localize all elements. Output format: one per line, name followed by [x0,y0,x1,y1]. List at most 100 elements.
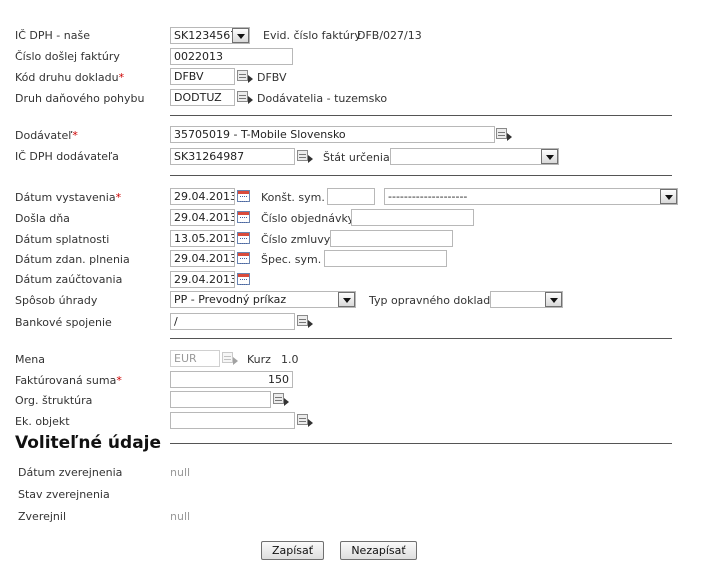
pub-date-label: Dátum zverejnenia [18,466,123,479]
pub-state-label: Stav zverejnenia [18,488,110,501]
required-mark: * [118,71,125,84]
amount-label-text: Faktúrovaná suma [15,374,117,387]
issue-date-label-text: Dátum vystavenia [15,191,116,204]
taxable-date-value: 29.04.2013 [174,252,235,265]
due-date-input[interactable]: 13.05.2013 [170,230,235,247]
supplier-vat-label: IČ DPH dodávateľa [15,150,119,163]
cancel-button[interactable]: Nezapísať [340,541,417,560]
org-label: Org. štruktúra [15,394,93,407]
lookup-icon[interactable] [237,90,253,104]
divider [170,115,672,116]
posting-date-input[interactable]: 29.04.2013 [170,271,235,288]
currency-input: EUR [170,350,220,367]
amount-value: 150 [268,373,289,386]
supplier-vat-input[interactable]: SK31264987 [170,148,295,165]
tax-move-desc: Dodávatelia - tuzemsko [257,92,388,105]
lookup-icon[interactable] [297,413,313,427]
arrived-date-value: 29.04.2013 [174,211,235,224]
required-mark: * [72,129,78,142]
payment-value: PP - Prevodný príkaz [174,293,287,306]
bank-input[interactable]: / [170,313,295,330]
doc-type-input[interactable]: DFBV [170,68,235,85]
ek-label: Ek. objekt [15,415,70,428]
spec-sym-label: Špec. sym. [261,253,322,266]
tax-move-label: Druh daňového pohybu [15,92,145,105]
rate-value: 1.0 [281,353,299,366]
chevron-down-icon[interactable] [541,149,558,164]
tax-move-input[interactable]: DODTUZ [170,89,235,106]
const-sym-label: Konšt. sym. [261,191,325,204]
currency-label: Mena [15,353,45,366]
evid-label: Evid. číslo faktúry [263,29,361,42]
calendar-icon[interactable] [237,211,250,223]
arrived-label: Došla dňa [15,212,70,225]
issue-date-value: 29.04.2013 [174,190,235,203]
order-no-input[interactable] [351,209,474,226]
spec-sym-input[interactable] [324,250,447,267]
issue-date-label: Dátum vystavenia* [15,191,121,204]
amount-input[interactable]: 150 [170,371,293,388]
required-mark: * [115,191,122,204]
optional-section-title: Voliteľné údaje [15,433,162,453]
divider [170,338,672,339]
required-mark: * [116,374,122,387]
corr-doc-label: Typ opravného dokladu [369,294,498,307]
ek-input[interactable] [170,412,295,429]
taxable-date-input[interactable]: 29.04.2013 [170,250,235,267]
posting-label: Dátum zaúčtovania [15,273,123,286]
calendar-icon[interactable] [237,190,250,202]
org-input[interactable] [170,391,271,408]
doc-type-label: Kód druhu dokladu* [15,71,124,84]
const-sym-select-value: -------------------- [388,190,468,203]
bank-label: Bankové spojenie [15,316,112,329]
issue-date-input[interactable]: 29.04.2013 [170,188,235,205]
ic-dph-value: SK1234567 [174,29,238,42]
contract-no-label: Číslo zmluvy [261,233,331,246]
posting-date-value: 29.04.2013 [174,273,235,286]
invoice-no-label: Číslo došlej faktúry [15,50,120,63]
published-by-label: Zverejnil [18,510,67,523]
taxable-label: Dátum zdan. plnenia [15,253,130,266]
pub-date-value: null [170,466,191,479]
ic-dph-label: IČ DPH - naše [15,29,90,42]
divider [170,175,672,176]
doc-type-value: DFBV [174,70,204,83]
const-sym-select[interactable]: -------------------- [384,188,678,205]
chevron-down-icon[interactable] [232,28,249,43]
supplier-vat-value: SK31264987 [174,150,245,163]
supplier-input[interactable]: 35705019 - T-Mobile Slovensko [170,126,495,143]
chevron-down-icon[interactable] [660,189,677,204]
payment-select[interactable]: PP - Prevodný príkaz [170,291,356,308]
state-select[interactable] [390,148,559,165]
rate-label: Kurz [247,353,271,366]
bank-value: / [174,315,178,328]
currency-value: EUR [174,352,197,365]
chevron-down-icon[interactable] [338,292,355,307]
const-sym-input[interactable] [327,188,375,205]
lookup-icon[interactable] [297,314,313,328]
chevron-down-icon[interactable] [545,292,562,307]
lookup-icon[interactable] [237,69,253,83]
invoice-no-value: 0022013 [174,50,223,63]
arrived-date-input[interactable]: 29.04.2013 [170,209,235,226]
doc-type-desc: DFBV [257,71,287,84]
save-button[interactable]: Zapísať [261,541,324,560]
calendar-icon[interactable] [237,232,250,244]
evid-value: DFB/027/13 [357,29,422,42]
lookup-icon[interactable] [297,149,313,163]
due-date-value: 13.05.2013 [174,232,235,245]
state-label: Štát určenia [323,151,390,164]
order-no-label: Číslo objednávky [261,212,354,225]
contract-no-input[interactable] [330,230,453,247]
supplier-label-text: Dodávateľ [15,129,73,142]
divider [170,443,672,444]
lookup-icon[interactable] [273,392,289,406]
invoice-no-input[interactable]: 0022013 [170,48,293,65]
lookup-icon[interactable] [496,127,512,141]
supplier-value: 35705019 - T-Mobile Slovensko [174,128,346,141]
amount-label: Faktúrovaná suma* [15,374,122,387]
calendar-icon[interactable] [237,252,250,264]
lookup-icon [222,351,238,365]
calendar-icon[interactable] [237,273,250,285]
doc-type-label-text: Kód druhu dokladu [15,71,119,84]
